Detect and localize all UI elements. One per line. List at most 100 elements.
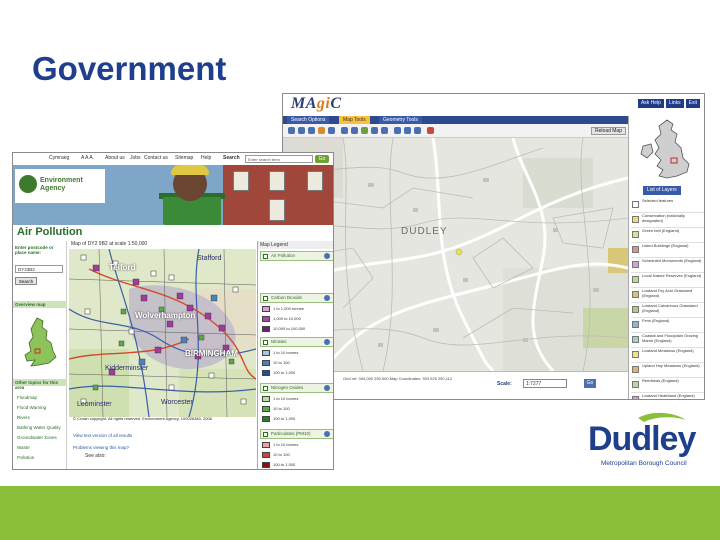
legend-checkbox[interactable] (263, 386, 268, 391)
england-overview-map-icon[interactable] (23, 317, 57, 367)
uk-overview-map-icon[interactable] (637, 118, 699, 182)
info-icon[interactable] (324, 253, 330, 259)
legend-checkbox[interactable] (263, 432, 268, 437)
layer-item[interactable]: Selected features (631, 198, 704, 213)
magic-street-map[interactable]: DUDLEY (283, 138, 628, 371)
postcode-search-button[interactable]: Search (15, 277, 37, 285)
draw-polygon-icon[interactable] (361, 127, 368, 134)
legend-item: 1 to 10 tonnes (262, 395, 298, 403)
legend-item: 10 to 100 (262, 359, 290, 367)
slide-title: Government (32, 50, 227, 87)
layer-label: Fens (England) (642, 318, 670, 323)
nav-help[interactable]: Help (201, 155, 211, 161)
topic-link[interactable]: Groundwater Zones (17, 435, 57, 440)
forward-icon[interactable] (404, 127, 411, 134)
info-icon[interactable] (324, 339, 330, 345)
scale-input[interactable]: 1:7277 (523, 379, 567, 388)
map-label-worcester: Worcester (161, 399, 193, 406)
scale-go-button[interactable]: Go (584, 379, 596, 388)
map-header: Map of DY2 9B2 at scale 1:50,000 (71, 241, 255, 249)
print-icon[interactable] (371, 127, 378, 134)
search-input[interactable]: Enter search term (245, 155, 313, 163)
full-extent-icon[interactable] (414, 127, 421, 134)
pan-icon[interactable] (308, 127, 315, 134)
legend-section[interactable]: Air Pollution (260, 251, 333, 261)
help-icon[interactable] (381, 127, 388, 134)
search-label: Search (223, 155, 240, 161)
layer-item[interactable]: Local Nature Reserves (England) (631, 273, 704, 288)
other-topics-heading: Other topics for this area (15, 380, 59, 390)
nav-sitemap[interactable]: Sitemap (175, 155, 193, 161)
nav-cymraeg[interactable]: Cymraeg (49, 155, 69, 161)
layer-item[interactable]: Listed Buildings (England) (631, 243, 704, 258)
zoom-out-icon[interactable] (298, 127, 305, 134)
layer-item[interactable]: Lowland Meadows (England) (631, 348, 704, 363)
nav-text-size[interactable]: A A A (81, 155, 93, 161)
reload-map-button[interactable]: Reload Map (591, 127, 626, 135)
legend-section[interactable]: Nitrates (260, 337, 333, 347)
air-pollution-map[interactable]: Telford Wolverhampton BIRMINGHAM Kidderm… (69, 249, 256, 417)
topic-link[interactable]: Waste (17, 445, 30, 450)
layer-item[interactable]: Scheduled Monuments (England) (631, 258, 704, 273)
map-coordinates: Grid ref: 394,000 290,000 Map Coordinate… (343, 376, 453, 381)
topic-link[interactable]: Rivers (17, 415, 30, 420)
list-layers-button[interactable]: List of Layers (643, 186, 681, 195)
legend-checkbox[interactable] (263, 254, 268, 259)
see-also-label: See also: (85, 453, 106, 459)
ea-logo[interactable]: Environment Agency (15, 169, 105, 203)
info-icon[interactable] (324, 295, 330, 301)
postcode-input[interactable]: DY23B2 (15, 265, 63, 273)
layer-item[interactable]: Upland Hay Meadows (England) (631, 363, 704, 378)
ea-topnav: Cymraeg A A A About us Jobs Contact us S… (13, 153, 333, 165)
search-go-button[interactable]: Go (315, 155, 329, 163)
nav-jobs[interactable]: Jobs (130, 155, 141, 161)
overview-map-heading: Overview map (15, 302, 46, 307)
layer-item[interactable]: Lowland Calcareous Grassland (England) (631, 303, 704, 318)
layer-label: Green belt (England) (642, 228, 680, 233)
magic-help-button[interactable]: Ask Help (637, 99, 664, 108)
magic-exit-button[interactable]: Exit (685, 99, 700, 108)
legend-item: 100 to 1,000 (262, 415, 295, 423)
topic-link[interactable]: Bathing Water Quality (17, 425, 61, 430)
tab-map-tools[interactable]: Map Tools (339, 116, 370, 124)
zoom-in-icon[interactable] (288, 127, 295, 134)
layer-item[interactable]: Lowland Dry Acid Grassland (England) (631, 288, 704, 303)
map-place-label: DUDLEY (401, 226, 448, 237)
layer-item[interactable]: Conservation (nationally designated) (631, 213, 704, 228)
layer-item[interactable]: Fens (England) (631, 318, 704, 333)
draw-point-icon[interactable] (341, 127, 348, 134)
back-icon[interactable] (394, 127, 401, 134)
legend-checkbox[interactable] (263, 296, 268, 301)
magic-layer-panel: List of Layers Selected features Conserva… (628, 116, 704, 399)
nav-contact-us[interactable]: Contact us (144, 155, 168, 161)
nav-about-us[interactable]: About us (105, 155, 125, 161)
tab-search-options[interactable]: Search Options (287, 116, 330, 124)
tab-geometry-tools[interactable]: Geometry Tools (379, 116, 422, 124)
legend-section[interactable]: Carbon Dioxide (260, 293, 333, 303)
draw-line-icon[interactable] (351, 127, 358, 134)
identify-icon[interactable] (318, 127, 325, 134)
info-icon[interactable] (324, 431, 330, 437)
info-icon[interactable] (324, 385, 330, 391)
layer-swatch-icon (632, 396, 639, 399)
layer-item[interactable]: Coastal and Floodplain Grazing Marsh (En… (631, 333, 704, 348)
layer-item[interactable]: Reedbeds (England) (631, 378, 704, 393)
layer-swatch-icon (632, 321, 639, 328)
problems-viewing-link[interactable]: Problems viewing this map? (73, 445, 129, 450)
topic-link[interactable]: Flood Warning (17, 405, 46, 410)
topic-link[interactable]: Floodmap (17, 395, 37, 400)
magic-links-button[interactable]: Links (665, 99, 684, 108)
ea-banner: Environment Agency (13, 165, 333, 225)
topic-link[interactable]: Pollution (17, 455, 34, 460)
measure-icon[interactable] (328, 127, 335, 134)
layer-item[interactable]: Green belt (England) (631, 228, 704, 243)
layer-swatch-icon (632, 336, 639, 343)
legend-checkbox[interactable] (263, 340, 268, 345)
layer-swatch-icon (632, 231, 639, 238)
legend-section[interactable]: Particulates (PM10) (260, 429, 333, 439)
text-version-link[interactable]: View text version of all results (73, 433, 132, 438)
layer-list: Selected features Conservation (nationall… (631, 198, 704, 399)
layer-item[interactable]: Lowland Heathland (England) (631, 393, 704, 399)
legend-section[interactable]: Nitrogen Oxides (260, 383, 333, 393)
clear-icon[interactable] (427, 127, 434, 134)
